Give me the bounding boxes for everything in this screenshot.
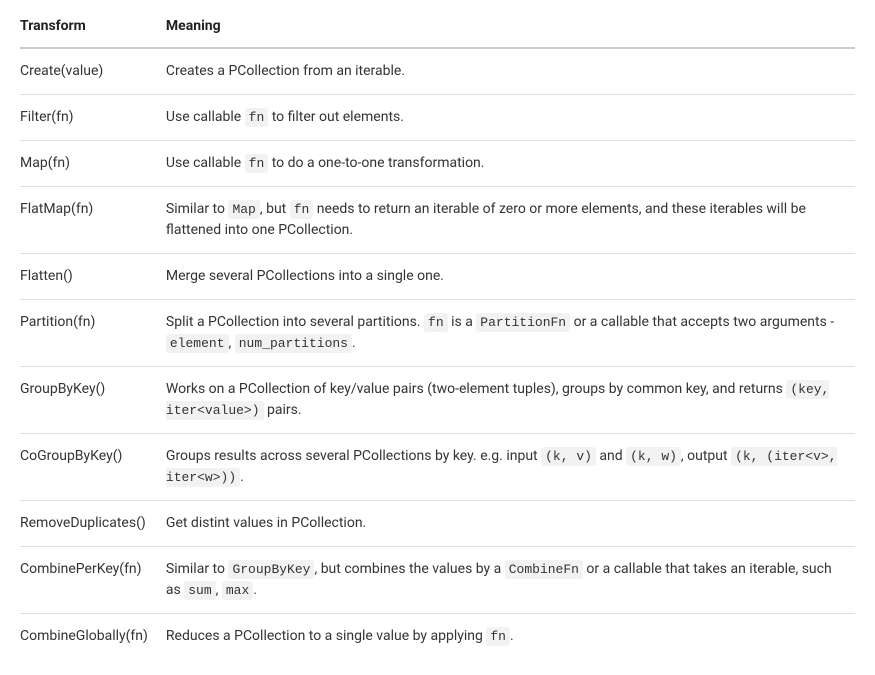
inline-code: element [166,334,229,353]
text-segment: Creates a PCollection from an iterable. [166,63,405,79]
table-row: Create(value)Creates a PCollection from … [20,48,855,95]
text-segment: Reduces a PCollection to a single value … [166,628,486,644]
text-segment: , but [260,201,290,217]
cell-meaning: Use callable fn to filter out elements. [166,95,855,141]
inline-code: fn [245,154,269,173]
cell-meaning: Similar to Map, but fn needs to return a… [166,187,855,254]
cell-meaning: Reduces a PCollection to a single value … [166,614,855,660]
cell-meaning: Use callable fn to do a one-to-one trans… [166,141,855,187]
text-segment: Groups results across several PCollectio… [166,448,541,464]
cell-transform: GroupByKey() [20,367,166,434]
text-segment: Works on a PCollection of key/value pair… [166,381,786,397]
cell-transform: Filter(fn) [20,95,166,141]
inline-code: GroupByKey [228,560,314,579]
text-segment: pairs. [264,402,302,418]
cell-transform: Flatten() [20,254,166,300]
header-meaning: Meaning [166,16,855,48]
table-row: Partition(fn)Split a PCollection into se… [20,300,855,367]
text-segment: or a callable that accepts two arguments… [570,314,834,330]
table-row: FlatMap(fn)Similar to Map, but fn needs … [20,187,855,254]
text-segment: . [240,469,244,485]
text-segment: , [229,335,235,351]
table-row: RemoveDuplicates()Get distint values in … [20,501,855,547]
cell-meaning: Groups results across several PCollectio… [166,434,855,501]
cell-transform: CombineGlobally(fn) [20,614,166,660]
cell-meaning: Split a PCollection into several partiti… [166,300,855,367]
inline-code: Map [228,200,259,219]
header-transform: Transform [20,16,166,48]
text-segment: Use callable [166,109,245,125]
text-segment: , output [681,448,731,464]
cell-transform: Partition(fn) [20,300,166,367]
inline-code: PartitionFn [476,313,570,332]
cell-meaning: Get distint values in PCollection. [166,501,855,547]
text-segment: , but combines the values by a [314,561,504,577]
cell-transform: RemoveDuplicates() [20,501,166,547]
cell-transform: Map(fn) [20,141,166,187]
inline-code: fn [245,108,269,127]
table-row: CoGroupByKey()Groups results across seve… [20,434,855,501]
text-segment: Similar to [166,561,229,577]
table-row: GroupByKey()Works on a PCollection of ke… [20,367,855,434]
inline-code: max [222,581,253,600]
text-segment: and [596,448,626,464]
cell-transform: CoGroupByKey() [20,434,166,501]
inline-code: (k, w) [626,447,681,466]
text-segment: Get distint values in PCollection. [166,515,366,531]
text-segment: is a [448,314,477,330]
cell-meaning: Similar to GroupByKey, but combines the … [166,547,855,614]
text-segment: . [352,335,356,351]
inline-code: fn [424,313,448,332]
transform-table: Transform Meaning Create(value)Creates a… [20,16,855,659]
cell-transform: FlatMap(fn) [20,187,166,254]
table-row: CombinePerKey(fn)Similar to GroupByKey, … [20,547,855,614]
table-row: Map(fn)Use callable fn to do a one-to-on… [20,141,855,187]
cell-meaning: Works on a PCollection of key/value pair… [166,367,855,434]
table-row: Filter(fn)Use callable fn to filter out … [20,95,855,141]
text-segment: Use callable [166,155,245,171]
text-segment: . [253,582,257,598]
text-segment: Merge several PCollections into a single… [166,268,444,284]
cell-meaning: Merge several PCollections into a single… [166,254,855,300]
text-segment: to do a one-to-one transformation. [268,155,484,171]
cell-transform: CombinePerKey(fn) [20,547,166,614]
inline-code: num_partitions [235,334,352,353]
inline-code: CombineFn [505,560,583,579]
cell-transform: Create(value) [20,48,166,95]
cell-meaning: Creates a PCollection from an iterable. [166,48,855,95]
table-row: Flatten()Merge several PCollections into… [20,254,855,300]
table-row: CombineGlobally(fn)Reduces a PCollection… [20,614,855,660]
text-segment: . [510,628,514,644]
inline-code: (k, v) [541,447,596,466]
text-segment: to filter out elements. [268,109,404,125]
inline-code: fn [486,627,510,646]
text-segment: , [216,582,222,598]
text-segment: Split a PCollection into several partiti… [166,314,424,330]
inline-code: fn [290,200,314,219]
text-segment: Similar to [166,201,229,217]
inline-code: sum [184,581,215,600]
table-header-row: Transform Meaning [20,16,855,48]
